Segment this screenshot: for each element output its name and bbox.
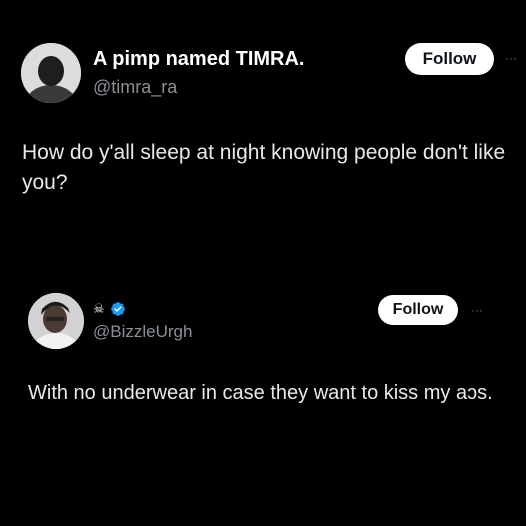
post-text: With no underwear in case they want to k…	[28, 382, 493, 404]
post-text: How do y'all sleep at night knowing peop…	[22, 141, 506, 194]
avatar-image	[21, 43, 81, 103]
avatar[interactable]	[21, 43, 81, 103]
follow-button[interactable]: Follow	[378, 295, 458, 325]
more-options-icon[interactable]: ···	[471, 304, 483, 316]
follow-button[interactable]: Follow	[405, 43, 494, 75]
user-handle[interactable]: @timra_ra	[93, 77, 177, 98]
avatar[interactable]	[28, 293, 84, 349]
user-handle[interactable]: @BizzleUrgh	[93, 322, 192, 342]
more-options-icon[interactable]: ···	[505, 52, 517, 64]
avatar-image	[28, 293, 84, 349]
display-name[interactable]: ☠	[93, 300, 126, 318]
skull-emoji: ☠	[93, 301, 105, 316]
post: A pimp named TIMRA. @timra_ra Follow ···…	[0, 0, 526, 260]
verified-badge-icon	[110, 301, 126, 317]
display-name[interactable]: A pimp named TIMRA.	[93, 48, 304, 71]
